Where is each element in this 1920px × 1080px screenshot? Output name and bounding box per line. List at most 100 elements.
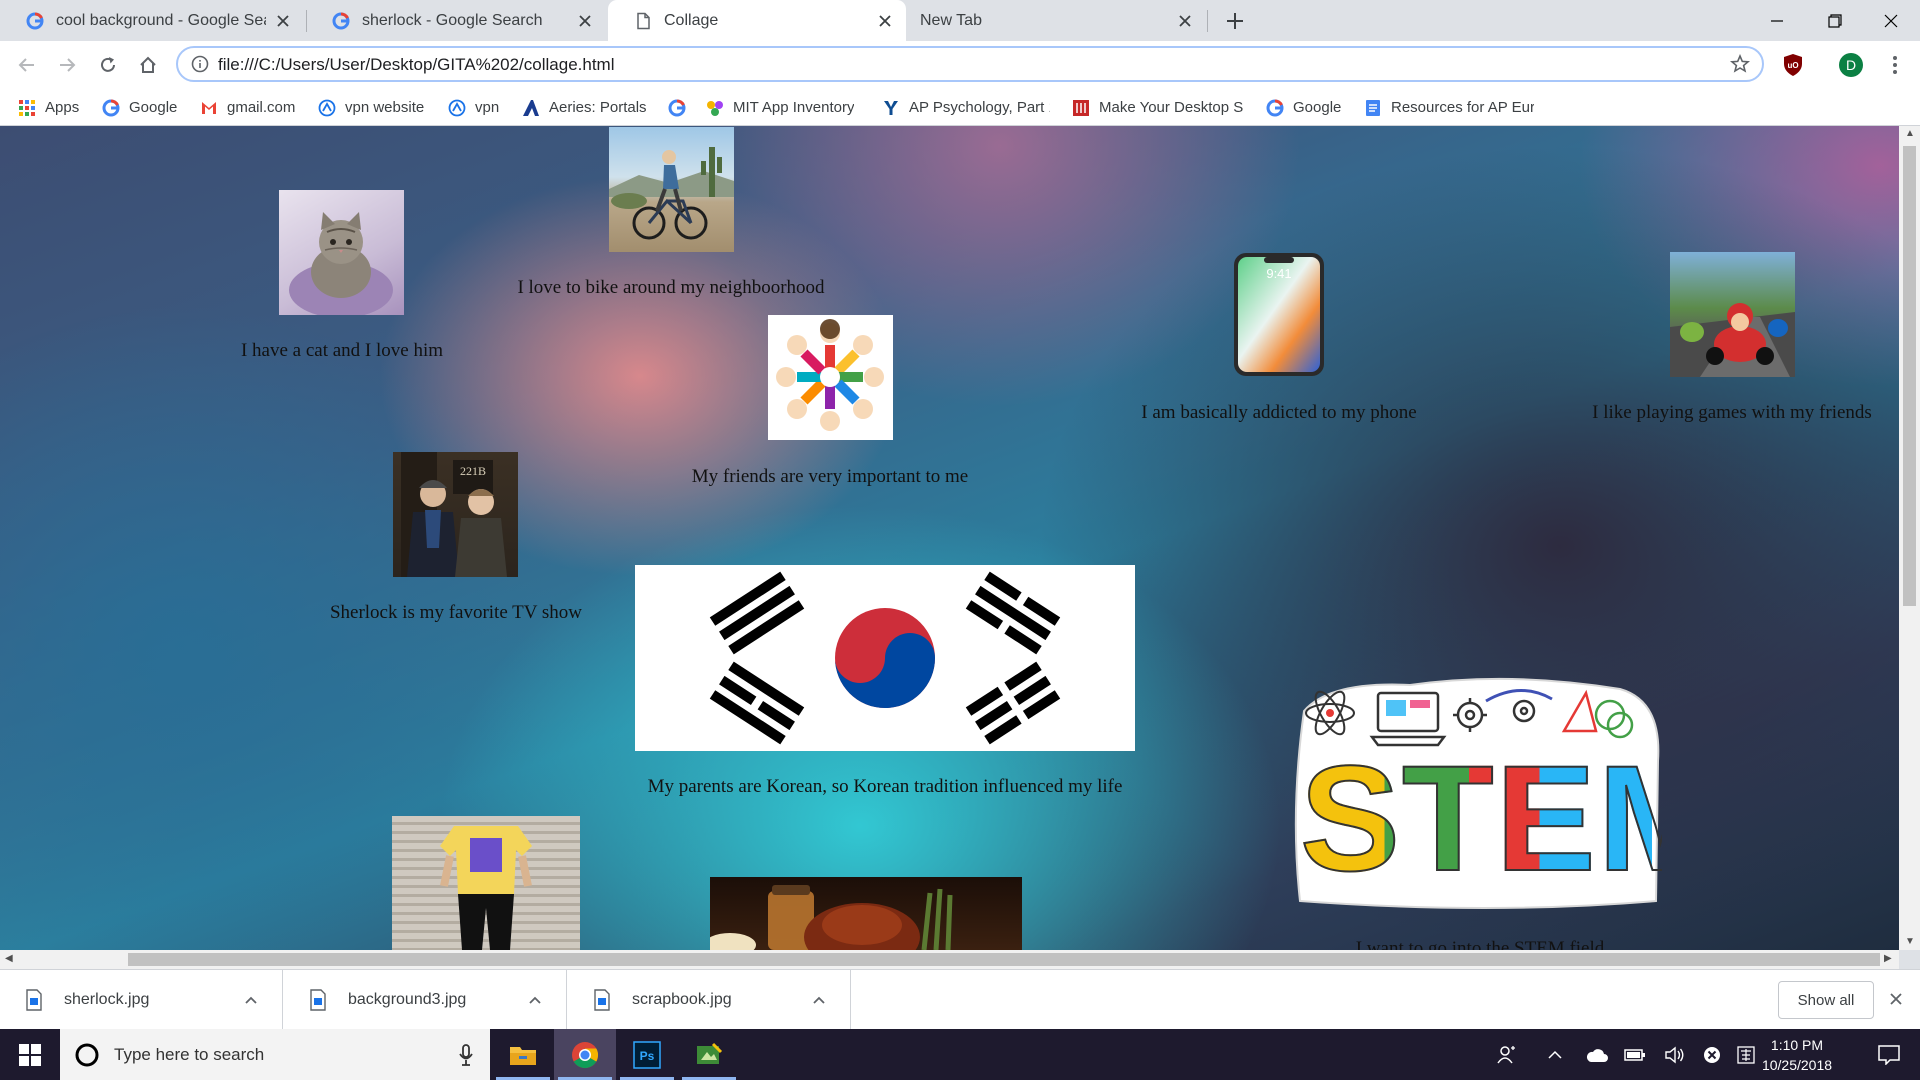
- taskbar-photoshop[interactable]: Ps: [616, 1029, 678, 1080]
- close-icon[interactable]: [876, 12, 894, 30]
- menu-button[interactable]: [1882, 52, 1908, 78]
- action-center-button[interactable]: [1866, 1029, 1912, 1080]
- battery-button[interactable]: [1620, 1029, 1650, 1080]
- tab-new-tab[interactable]: New Tab: [906, 0, 1206, 41]
- games-photo: [1670, 252, 1795, 377]
- new-tab-plus-icon[interactable]: [1222, 8, 1248, 34]
- taskbar-app-green[interactable]: [678, 1029, 740, 1080]
- url-text[interactable]: file:///C:/Users/User/Desktop/GITA%202/c…: [218, 55, 615, 75]
- bookmark-label: Google: [1293, 99, 1342, 116]
- vertical-scroll-thumb[interactable]: [1903, 146, 1916, 606]
- scroll-right-arrow-icon[interactable]: ▶: [1884, 953, 1892, 964]
- volume-button[interactable]: [1660, 1029, 1690, 1080]
- tab-sherlock[interactable]: sherlock - Google Search: [306, 0, 606, 41]
- chevron-up-icon[interactable]: [528, 995, 542, 1005]
- bookmark-google-unnamed[interactable]: [668, 89, 695, 126]
- sherlock-photo: 221B: [393, 452, 518, 577]
- phone-image: 9:41: [1232, 252, 1326, 377]
- restore-button[interactable]: [1806, 0, 1864, 41]
- bookmark-gmail[interactable]: gmail.com: [200, 89, 295, 126]
- tab-collage[interactable]: Collage: [608, 0, 906, 41]
- scroll-up-arrow-icon[interactable]: ▲: [1905, 128, 1915, 139]
- shirt-photo: [392, 816, 580, 950]
- stem-word: STEM: [1299, 742, 1662, 894]
- system-clock[interactable]: 1:10 PM 10/25/2018: [1752, 1035, 1842, 1075]
- bookmark-label: gmail.com: [227, 99, 296, 116]
- close-icon[interactable]: [274, 12, 292, 30]
- bookmark-star-icon[interactable]: [1730, 54, 1750, 74]
- x-circle-icon: [1704, 1046, 1720, 1063]
- download-shelf: sherlock.jpg background3.jpg scrapbook.j…: [0, 969, 1920, 1030]
- chevron-up-icon[interactable]: [244, 995, 258, 1005]
- bike-photo: [609, 127, 734, 252]
- image-file-icon: [26, 989, 42, 1011]
- ublock-extension-button[interactable]: uO: [1780, 52, 1806, 78]
- mountain-bike-image: [609, 147, 734, 240]
- horizontal-scrollbar[interactable]: ◀ ▶: [0, 950, 1899, 969]
- address-bar[interactable]: file:///C:/Users/User/Desktop/GITA%202/c…: [176, 46, 1764, 82]
- info-icon[interactable]: [191, 55, 209, 73]
- tab-title: New Tab: [920, 11, 982, 29]
- taskbar-file-explorer[interactable]: [492, 1029, 554, 1080]
- windows-logo-icon: [19, 1043, 41, 1066]
- korea-caption: My parents are Korean, so Korean traditi…: [647, 776, 1123, 797]
- docs-icon: [1366, 99, 1380, 116]
- chevron-up-icon: [1548, 1050, 1562, 1059]
- back-button[interactable]: [12, 50, 42, 80]
- forward-button[interactable]: [52, 50, 82, 80]
- speaker-icon: [1665, 1046, 1684, 1063]
- vertical-scrollbar[interactable]: ▲ ▼: [1899, 126, 1920, 950]
- tab-cool-background[interactable]: cool background - Google Search: [0, 0, 304, 41]
- home-button[interactable]: [133, 50, 163, 80]
- start-button[interactable]: [0, 1029, 60, 1080]
- download-item-sherlock[interactable]: sherlock.jpg: [0, 970, 283, 1030]
- google-g-icon: [1266, 99, 1284, 116]
- bookmark-apps[interactable]: Apps: [18, 89, 79, 126]
- profile-avatar[interactable]: D: [1838, 52, 1864, 78]
- browser-toolbar: file:///C:/Users/User/Desktop/GITA%202/c…: [0, 41, 1920, 89]
- bookmark-vpn-website[interactable]: vpn website: [318, 89, 424, 126]
- show-all-downloads-button[interactable]: Show all: [1778, 981, 1874, 1019]
- bookmark-resources-ap-euro[interactable]: Resources for AP Euro: [1364, 89, 1534, 126]
- bookmark-vpn[interactable]: vpn: [448, 89, 499, 126]
- people-button[interactable]: [1492, 1029, 1522, 1080]
- download-item-scrapbook[interactable]: scrapbook.jpg: [568, 970, 851, 1030]
- bookmark-aeries[interactable]: Aeries: Portals: [522, 89, 647, 126]
- sherlock-caption: Sherlock is my favorite TV show: [329, 602, 583, 623]
- bookmark-google-2[interactable]: Google: [1266, 89, 1341, 126]
- notification-icon: [1878, 1044, 1900, 1065]
- bookmark-make-your-desktop[interactable]: Make Your Desktop S: [1072, 89, 1248, 126]
- bookmark-label: Apps: [45, 99, 80, 116]
- show-hidden-icons-button[interactable]: [1540, 1029, 1570, 1080]
- svg-text:uO: uO: [1787, 61, 1798, 70]
- cortana-circle-icon: [75, 1043, 99, 1066]
- scroll-down-arrow-icon[interactable]: ▼: [1905, 936, 1915, 947]
- phone-clock: 9:41: [1266, 266, 1292, 281]
- download-item-background3[interactable]: background3.jpg: [284, 970, 567, 1030]
- image-file-icon: [594, 989, 610, 1011]
- close-icon[interactable]: [576, 12, 594, 30]
- microphone-icon[interactable]: [458, 1043, 474, 1067]
- close-icon[interactable]: [1176, 12, 1194, 30]
- taskbar-chrome[interactable]: [554, 1029, 616, 1080]
- bookmark-google[interactable]: Google: [102, 89, 177, 126]
- scroll-left-arrow-icon[interactable]: ◀: [5, 953, 13, 964]
- close-icon[interactable]: [1886, 989, 1906, 1009]
- close-window-button[interactable]: [1862, 0, 1920, 41]
- google-g-icon: [332, 12, 350, 29]
- google-g-icon: [26, 12, 44, 29]
- chevron-up-icon[interactable]: [812, 995, 826, 1005]
- network-disconnected-button[interactable]: [1698, 1029, 1726, 1080]
- minimize-button[interactable]: [1748, 0, 1806, 41]
- bookmark-ap-psychology[interactable]: AP Psychology, Part 1: [882, 89, 1050, 126]
- horizontal-scroll-thumb[interactable]: [128, 953, 1880, 966]
- taskbar-search-box[interactable]: Type here to search: [60, 1029, 490, 1080]
- battery-icon: [1624, 1048, 1645, 1061]
- tab-title: Collage: [664, 11, 719, 29]
- reload-button[interactable]: [93, 50, 123, 80]
- onedrive-button[interactable]: [1582, 1029, 1612, 1080]
- people-icon: [1497, 1045, 1515, 1063]
- arrow-left-icon: [18, 58, 34, 72]
- bookmark-mit-app-inventor[interactable]: MIT App Inventory: [706, 89, 854, 126]
- folder-icon: [510, 1046, 536, 1065]
